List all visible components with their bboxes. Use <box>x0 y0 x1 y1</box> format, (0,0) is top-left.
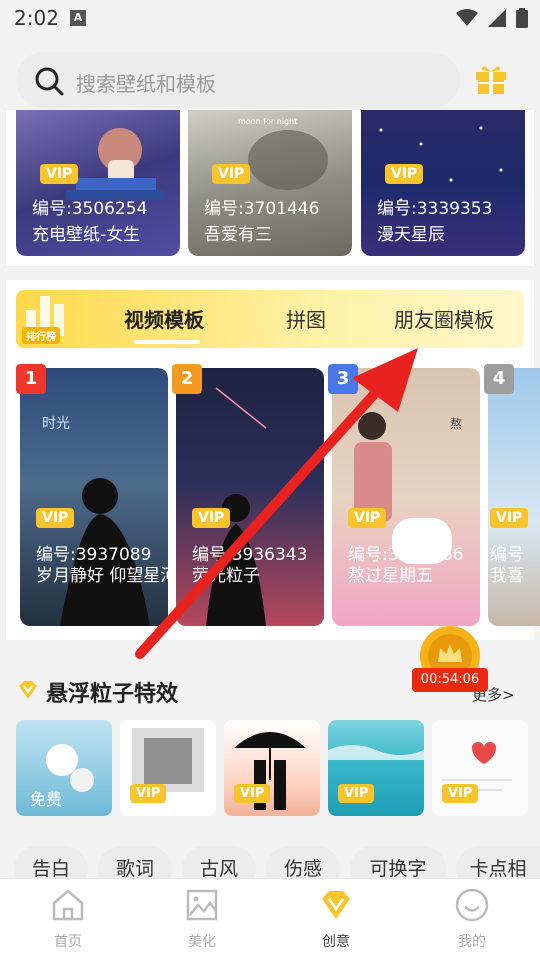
svg-text:时光: 时光 <box>42 416 70 432</box>
diamond-icon <box>19 681 37 699</box>
wifi-icon <box>456 9 478 26</box>
status-bar: 2:02 A <box>0 0 540 36</box>
particle-tile[interactable]: 免费 <box>16 720 112 816</box>
nav-home[interactable]: 首页 <box>28 887 108 951</box>
rank-number: 4 <box>484 364 514 394</box>
vip-badge: VIP <box>36 508 75 528</box>
gift-icon[interactable] <box>474 62 508 96</box>
video-name: 我喜 <box>490 566 524 586</box>
image-icon <box>186 889 218 921</box>
status-time: 2:02 <box>14 6 59 30</box>
rank-number: 2 <box>172 364 202 394</box>
ranking-tabs: 排行榜 视频模板 拼图 朋友圈模板 <box>16 290 524 348</box>
video-card[interactable]: 熬 VIP 编号:3935266 熬过星期五 <box>332 368 480 626</box>
nav-label: 我的 <box>458 934 486 950</box>
video-name: 荧光粒子 <box>192 566 260 586</box>
wallpaper-tile[interactable]: moon for night VIP 编号:3701446 吾爱有三 <box>188 110 352 256</box>
video-code: 编号:3936343 <box>192 545 308 565</box>
vip-badge: VIP <box>348 508 387 528</box>
search-bar[interactable]: 搜索壁纸和模板 <box>16 52 460 108</box>
wallpaper-tile[interactable]: VIP 编号:3339353 漫天星辰 <box>361 110 525 256</box>
search-icon <box>35 67 64 96</box>
nav-label: 首页 <box>54 934 82 950</box>
vip-badge: VIP <box>338 784 375 803</box>
video-card[interactable]: VIP 编号 我喜 <box>488 368 540 626</box>
ranking-badge: 排行榜 <box>20 292 76 344</box>
battery-icon <box>516 8 528 28</box>
section-title: 悬浮粒子特效 <box>46 682 179 707</box>
video-name: 熬过星期五 <box>348 566 433 586</box>
wallpaper-name: 吾爱有三 <box>204 225 272 245</box>
notification-a-icon: A <box>70 10 86 26</box>
vip-badge: VIP <box>490 508 529 528</box>
home-icon <box>52 889 84 921</box>
wallpaper-row: VIP 编号:3506254 充电壁纸-女生 moon for night VI… <box>6 110 534 266</box>
video-code: 编号 <box>490 545 524 565</box>
nav-creative[interactable]: 创意 <box>296 887 376 951</box>
wallpaper-name: 漫天星辰 <box>377 225 445 245</box>
svg-text:熬: 熬 <box>450 416 462 431</box>
smile-icon <box>455 888 489 922</box>
signal-icon <box>488 9 506 27</box>
tab-collage[interactable]: 拼图 <box>286 304 326 333</box>
particle-tile[interactable]: VIP <box>432 720 528 816</box>
tab-video-template[interactable]: 视频模板 <box>124 304 204 333</box>
rank-number: 3 <box>328 364 358 394</box>
nav-label: 创意 <box>322 934 350 950</box>
vip-badge: VIP <box>130 784 167 803</box>
nav-mine[interactable]: 我的 <box>432 887 512 951</box>
ranking-badge-label: 排行榜 <box>22 327 60 344</box>
nav-label: 美化 <box>188 934 216 950</box>
svg-text:moon for night: moon for night <box>238 117 297 126</box>
particle-tile[interactable]: VIP <box>328 720 424 816</box>
wallpaper-code: 编号:3701446 <box>204 199 320 219</box>
video-card[interactable]: 时光 VIP 编号:3937089 岁月静好 仰望星河 <box>20 368 168 626</box>
particle-tile[interactable]: VIP <box>224 720 320 816</box>
free-label: 免费 <box>30 790 63 809</box>
vip-badge: VIP <box>234 784 271 803</box>
wallpaper-tile[interactable]: VIP 编号:3506254 充电壁纸-女生 <box>16 110 180 256</box>
vip-badge: VIP <box>212 164 251 184</box>
countdown-timer[interactable]: 00:54:06 <box>412 668 488 692</box>
video-name: 岁月静好 仰望星河 <box>36 566 168 586</box>
video-card[interactable]: VIP 编号:3936343 荧光粒子 <box>176 368 324 626</box>
vip-badge: VIP <box>442 784 479 803</box>
particle-tile[interactable]: VIP <box>120 720 216 816</box>
tab-moments-template[interactable]: 朋友圈模板 <box>394 304 494 333</box>
vip-badge: VIP <box>40 164 79 184</box>
rank-number: 1 <box>16 364 46 394</box>
active-tab-indicator <box>134 340 200 344</box>
nav-beautify[interactable]: 美化 <box>162 887 242 951</box>
diamond-icon <box>322 891 350 919</box>
wallpaper-code: 编号:3339353 <box>377 199 493 219</box>
video-code: 编号:3937089 <box>36 545 152 565</box>
search-placeholder: 搜索壁纸和模板 <box>76 72 216 96</box>
wallpaper-code: 编号:3506254 <box>32 199 148 219</box>
vip-badge: VIP <box>192 508 231 528</box>
vip-badge: VIP <box>385 164 424 184</box>
video-code: 编号:3935266 <box>348 545 464 565</box>
bottom-nav: 首页 美化 创意 我的 <box>0 878 540 960</box>
system-icons <box>456 8 528 28</box>
ranking-section: 排行榜 视频模板 拼图 朋友圈模板 时光 VIP 编号:3937089 岁月静好… <box>6 280 540 640</box>
wallpaper-name: 充电壁纸-女生 <box>32 225 141 245</box>
